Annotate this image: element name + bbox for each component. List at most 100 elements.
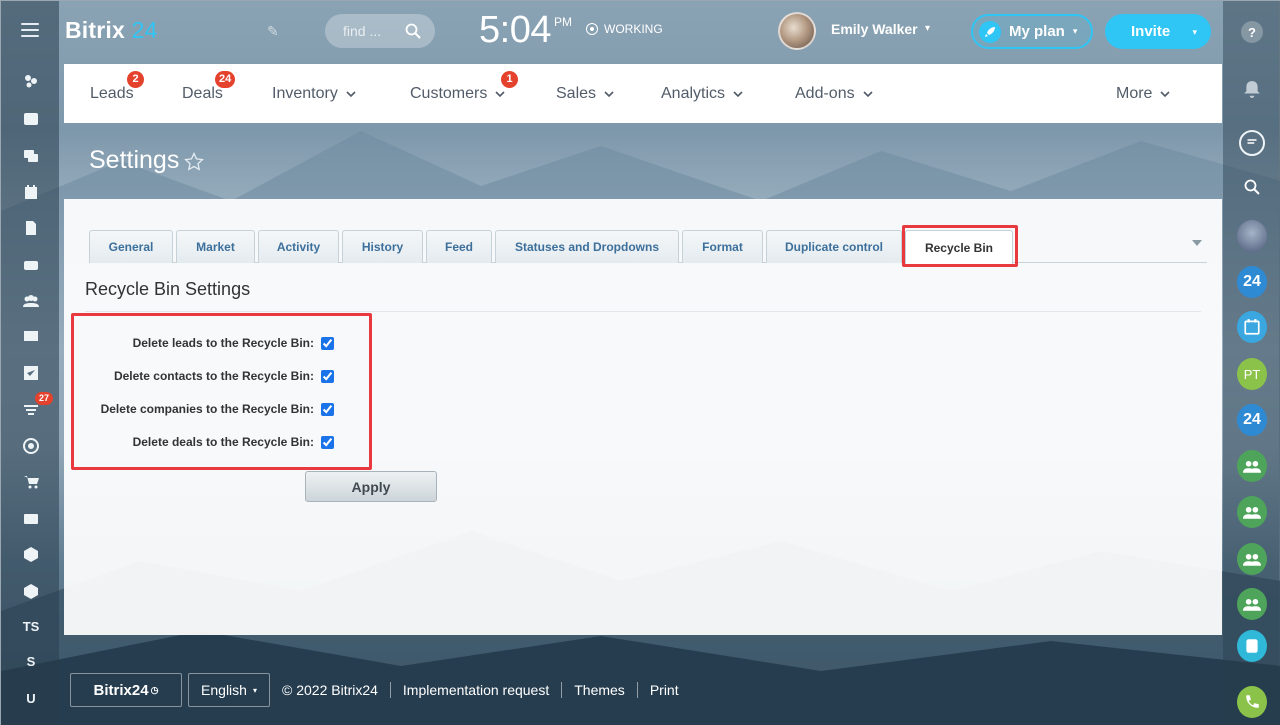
tab-duplicate-control[interactable]: Duplicate control	[766, 230, 902, 263]
checkbox-delete-leads[interactable]	[321, 336, 334, 350]
chat-bitrix24-2[interactable]: 24	[1237, 404, 1267, 436]
footer-divider	[389, 682, 391, 698]
chat-avatar-photo[interactable]	[1237, 220, 1267, 252]
group-chat-icon[interactable]	[1237, 588, 1267, 620]
contact-card-icon[interactable]	[18, 506, 44, 532]
cart-icon[interactable]	[18, 469, 44, 495]
leads-badge: 2	[127, 71, 144, 88]
footer-link-implementation-request[interactable]: Implementation request	[403, 682, 549, 698]
status-dot-icon	[586, 23, 598, 35]
checkbox-delete-contacts[interactable]	[321, 369, 334, 383]
tabs-dropdown-icon[interactable]	[1192, 240, 1202, 246]
menu-item-inventory[interactable]: Inventory	[272, 64, 356, 123]
top-nav-menu: Leads 2 Deals 24 Inventory Customers 1 S…	[64, 64, 1222, 123]
box-icon[interactable]	[18, 541, 44, 567]
my-plan-button[interactable]: My plan ▾	[971, 14, 1093, 49]
right-search-icon[interactable]	[1237, 172, 1267, 202]
language-label: English	[201, 682, 247, 698]
drive-icon[interactable]	[18, 252, 44, 278]
option-row-companies: Delete companies to the Recycle Bin:	[64, 398, 334, 420]
chevron-down-icon	[1160, 90, 1171, 97]
footer-logo-text: Bitrix24	[93, 681, 149, 699]
sidebar-item-u[interactable]: U	[18, 685, 44, 711]
tab-feed[interactable]: Feed	[426, 230, 492, 263]
caret-down-icon: ▾	[252, 685, 257, 695]
work-status-label: WORKING	[604, 22, 663, 36]
invite-button[interactable]: Invite ▾	[1105, 14, 1211, 49]
chat-pt[interactable]: PT	[1237, 358, 1267, 390]
menu-item-more[interactable]: More	[1116, 64, 1171, 123]
tasks-icon[interactable]	[18, 360, 44, 386]
sidebar-item-ts[interactable]: TS	[18, 613, 44, 639]
calendar-icon[interactable]	[18, 179, 44, 205]
messenger-icon[interactable]	[1237, 128, 1267, 158]
help-icon[interactable]: ?	[1237, 17, 1267, 47]
tab-general[interactable]: General	[89, 230, 173, 263]
pencil-icon[interactable]: ✎	[267, 23, 279, 40]
search-icon[interactable]	[405, 23, 421, 39]
document-icon[interactable]	[18, 215, 44, 241]
notifications-icon[interactable]	[1237, 74, 1267, 104]
search-box[interactable]	[325, 14, 435, 48]
chat-icon[interactable]	[18, 143, 44, 169]
user-menu-caret-icon[interactable]: ▾	[925, 23, 930, 34]
feed-icon[interactable]	[18, 106, 44, 132]
customers-badge: 1	[501, 71, 518, 88]
group-chat-icon[interactable]	[1237, 496, 1267, 528]
tab-format[interactable]: Format	[682, 230, 763, 263]
menu-item-leads[interactable]: Leads	[90, 64, 134, 123]
crm-badge: 27	[35, 392, 54, 405]
tab-statuses-and-dropdowns[interactable]: Statuses and Dropdowns	[495, 230, 679, 263]
invite-caret-icon[interactable]: ▾	[1192, 27, 1197, 38]
menu-icon[interactable]	[21, 23, 39, 37]
chat-bitrix24-1[interactable]: 24	[1237, 266, 1267, 298]
package-icon[interactable]	[18, 578, 44, 604]
search-input[interactable]	[343, 23, 401, 39]
footer-bitrix-logo-button[interactable]: Bitrix24 ◷	[70, 673, 182, 707]
star-icon[interactable]	[184, 152, 204, 172]
dashboard-icon[interactable]	[18, 68, 44, 94]
bitrix-logo[interactable]: Bitrix 24	[65, 17, 158, 44]
option-row-deals: Delete deals to the Recycle Bin:	[64, 431, 334, 453]
target-icon[interactable]	[18, 433, 44, 459]
phone-icon[interactable]	[1237, 686, 1267, 718]
work-status[interactable]: WORKING	[586, 22, 663, 36]
left-sidebar: 27 TS S U	[1, 1, 59, 725]
menu-item-sales[interactable]: Sales	[556, 64, 614, 123]
menu-item-customers[interactable]: Customers	[410, 64, 505, 123]
option-row-contacts: Delete contacts to the Recycle Bin:	[64, 365, 334, 387]
checkbox-delete-companies[interactable]	[321, 402, 334, 416]
footer-link-themes[interactable]: Themes	[574, 682, 625, 698]
chevron-down-icon	[346, 90, 356, 97]
chevron-down-icon	[863, 90, 873, 97]
menu-item-addons[interactable]: Add-ons	[795, 64, 873, 123]
option-label-leads: Delete leads to the Recycle Bin:	[132, 336, 314, 350]
right-sidebar: ? 24 PT 24	[1223, 1, 1280, 725]
user-name[interactable]: Emily Walker	[831, 21, 918, 37]
apply-button[interactable]: Apply	[305, 471, 437, 502]
tab-market[interactable]: Market	[176, 230, 255, 263]
tab-recycle-bin[interactable]: Recycle Bin	[905, 230, 1013, 264]
clock-icon: ◷	[150, 684, 159, 695]
footer-link-print[interactable]: Print	[650, 682, 679, 698]
sidebar-item-s[interactable]: S	[18, 648, 44, 674]
language-selector[interactable]: English ▾	[188, 673, 270, 707]
user-avatar[interactable]	[778, 12, 816, 50]
employees-icon[interactable]	[18, 288, 44, 314]
tab-activity[interactable]: Activity	[258, 230, 339, 263]
option-label-contacts: Delete contacts to the Recycle Bin:	[113, 369, 314, 383]
section-divider	[85, 311, 1201, 312]
calendar-chat-icon[interactable]	[1237, 311, 1267, 343]
group-chat-icon[interactable]	[1237, 450, 1267, 482]
tab-history[interactable]: History	[342, 230, 423, 263]
open-lines-icon[interactable]	[1237, 630, 1267, 662]
checkbox-delete-deals[interactable]	[321, 435, 334, 449]
menu-item-analytics[interactable]: Analytics	[661, 64, 743, 123]
section-title: Recycle Bin Settings	[85, 279, 251, 299]
clock-time[interactable]: 5:04	[479, 9, 551, 52]
mail-icon[interactable]	[18, 323, 44, 349]
chevron-down-icon	[495, 90, 505, 97]
group-chat-icon[interactable]	[1237, 543, 1267, 575]
settings-tabs: General Market Activity History Feed Sta…	[89, 229, 1207, 264]
copyright-text: © 2022 Bitrix24	[282, 682, 378, 698]
